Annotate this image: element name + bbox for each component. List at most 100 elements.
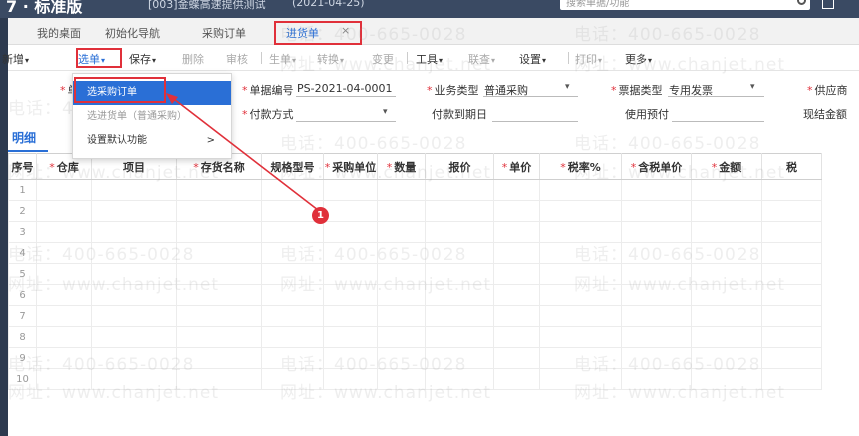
- grid-cell[interactable]: [493, 200, 540, 222]
- table-row[interactable]: 8: [8, 326, 822, 348]
- grid-cell[interactable]: [261, 305, 324, 327]
- grid-cell[interactable]: [261, 347, 324, 369]
- grid-cell[interactable]: [539, 200, 622, 222]
- grid-cell[interactable]: [176, 347, 262, 369]
- grid-cell[interactable]: [425, 368, 494, 390]
- row-number[interactable]: 10: [8, 368, 37, 390]
- grid-cell[interactable]: [425, 221, 494, 243]
- grid-cell[interactable]: [425, 305, 494, 327]
- grid-cell[interactable]: [91, 305, 177, 327]
- grid-cell[interactable]: [323, 284, 378, 306]
- grid-cell[interactable]: [539, 305, 622, 327]
- row-number[interactable]: 5: [8, 263, 37, 285]
- grid-cell[interactable]: [176, 284, 262, 306]
- chevron-down-icon[interactable]: ▾: [750, 82, 755, 92]
- grid-cell[interactable]: [621, 326, 692, 348]
- grid-cell[interactable]: [91, 179, 177, 201]
- table-row[interactable]: 9: [8, 347, 822, 369]
- table-row[interactable]: 5: [8, 263, 822, 285]
- grid-cell[interactable]: [176, 221, 262, 243]
- grid-cell[interactable]: [761, 200, 822, 222]
- grid-cell[interactable]: [91, 326, 177, 348]
- grid-cell[interactable]: [176, 326, 262, 348]
- print-button[interactable]: 打印▾: [575, 51, 602, 67]
- grid-cell[interactable]: [91, 347, 177, 369]
- grid-cell[interactable]: [621, 368, 692, 390]
- change-button[interactable]: 变更: [372, 51, 394, 67]
- grid-cell[interactable]: [621, 242, 692, 264]
- user-icon[interactable]: [822, 0, 834, 9]
- grid-cell[interactable]: [261, 368, 324, 390]
- grid-cell[interactable]: [91, 242, 177, 264]
- grid-cell[interactable]: [493, 221, 540, 243]
- menu-item-default-function[interactable]: 设置默认功能 >: [73, 129, 231, 153]
- query-button[interactable]: 联查▾: [468, 51, 495, 67]
- grid-cell[interactable]: [323, 179, 378, 201]
- grid-cell[interactable]: [36, 368, 92, 390]
- settings-button[interactable]: 设置▾: [519, 51, 546, 67]
- grid-cell[interactable]: [691, 326, 762, 348]
- grid-cell[interactable]: [539, 347, 622, 369]
- row-number[interactable]: 7: [8, 305, 37, 327]
- global-search-input[interactable]: 搜索单据/功能: [560, 0, 810, 10]
- column-header[interactable]: * 采购单位: [323, 153, 378, 180]
- grid-cell[interactable]: [425, 242, 494, 264]
- grid-cell[interactable]: [377, 305, 426, 327]
- grid-cell[interactable]: [691, 200, 762, 222]
- table-row[interactable]: 10: [8, 368, 822, 390]
- grid-cell[interactable]: [425, 326, 494, 348]
- grid-cell[interactable]: [691, 221, 762, 243]
- table-row[interactable]: 3: [8, 221, 822, 243]
- chevron-down-icon[interactable]: ▾: [383, 107, 388, 117]
- grid-cell[interactable]: [691, 305, 762, 327]
- grid-cell[interactable]: [377, 221, 426, 243]
- column-header[interactable]: 税: [761, 153, 822, 180]
- generate-button[interactable]: 生单▾: [269, 51, 296, 67]
- grid-cell[interactable]: [377, 326, 426, 348]
- grid-cell[interactable]: [91, 221, 177, 243]
- grid-cell[interactable]: [493, 284, 540, 306]
- grid-cell[interactable]: [36, 305, 92, 327]
- grid-cell[interactable]: [261, 284, 324, 306]
- grid-cell[interactable]: [176, 200, 262, 222]
- grid-cell[interactable]: [691, 263, 762, 285]
- grid-cell[interactable]: [539, 179, 622, 201]
- grid-cell[interactable]: [493, 263, 540, 285]
- grid-cell[interactable]: [323, 263, 378, 285]
- grid-cell[interactable]: [176, 368, 262, 390]
- grid-cell[interactable]: [323, 242, 378, 264]
- grid-cell[interactable]: [261, 221, 324, 243]
- grid-cell[interactable]: [425, 263, 494, 285]
- grid-cell[interactable]: [261, 242, 324, 264]
- row-number[interactable]: 1: [8, 179, 37, 201]
- grid-cell[interactable]: [493, 326, 540, 348]
- delete-button[interactable]: 删除: [182, 51, 204, 67]
- grid-cell[interactable]: [36, 347, 92, 369]
- grid-cell[interactable]: [761, 305, 822, 327]
- grid-cell[interactable]: [91, 200, 177, 222]
- column-header[interactable]: 规格型号: [261, 153, 324, 180]
- grid-cell[interactable]: [91, 263, 177, 285]
- grid-cell[interactable]: [323, 347, 378, 369]
- grid-cell[interactable]: [761, 221, 822, 243]
- row-number[interactable]: 3: [8, 221, 37, 243]
- grid-cell[interactable]: [493, 305, 540, 327]
- grid-cell[interactable]: [621, 263, 692, 285]
- save-button[interactable]: 保存▾: [129, 51, 156, 67]
- grid-cell[interactable]: [493, 242, 540, 264]
- grid-cell[interactable]: [323, 368, 378, 390]
- grid-cell[interactable]: [425, 347, 494, 369]
- table-row[interactable]: 2: [8, 200, 822, 222]
- grid-cell[interactable]: [323, 200, 378, 222]
- grid-cell[interactable]: [323, 221, 378, 243]
- more-button[interactable]: 更多▾: [625, 51, 652, 67]
- detail-tab[interactable]: 明细: [12, 129, 36, 146]
- search-icon[interactable]: [797, 0, 806, 5]
- row-number[interactable]: 4: [8, 242, 37, 264]
- grid-cell[interactable]: [761, 263, 822, 285]
- grid-cell[interactable]: [176, 242, 262, 264]
- row-number[interactable]: 8: [8, 326, 37, 348]
- grid-cell[interactable]: [493, 179, 540, 201]
- grid-cell[interactable]: [377, 284, 426, 306]
- grid-cell[interactable]: [36, 179, 92, 201]
